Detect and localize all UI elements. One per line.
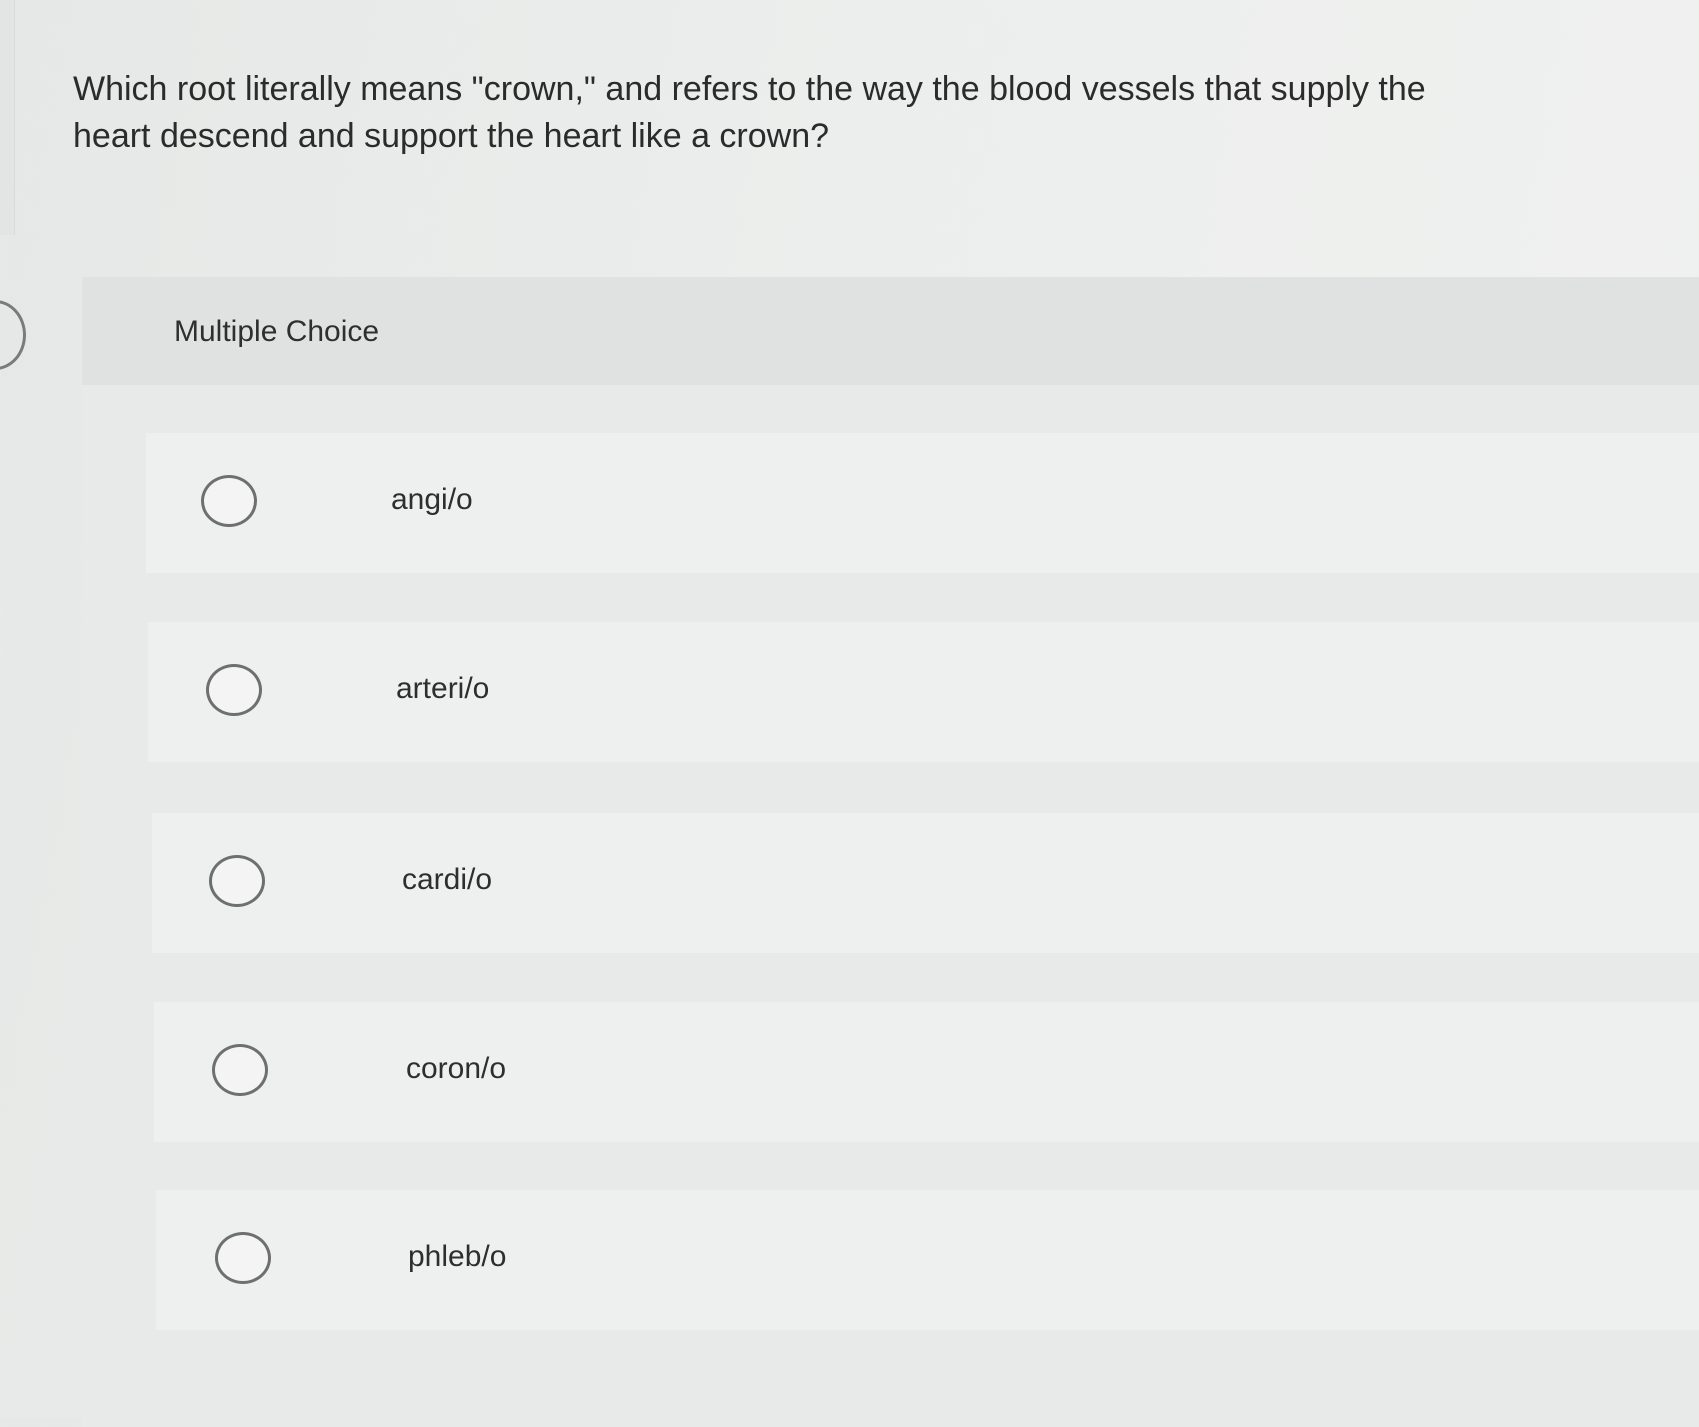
options-list: angi/o arteri/o cardi/o coron/o phleb/o xyxy=(82,385,1699,1427)
option-label: cardi/o xyxy=(402,863,493,896)
radio-button[interactable] xyxy=(215,1232,271,1284)
option-label: coron/o xyxy=(406,1052,507,1085)
option-coron-o[interactable]: coron/o xyxy=(154,1002,1699,1142)
radio-button[interactable] xyxy=(201,475,257,527)
side-panel-toggle[interactable] xyxy=(0,300,26,370)
option-cardi-o[interactable]: cardi/o xyxy=(152,813,1699,953)
multiple-choice-title: Multiple Choice xyxy=(174,315,380,348)
left-edge-panel xyxy=(0,0,15,235)
option-angi-o[interactable]: angi/o xyxy=(146,433,1699,573)
option-phleb-o[interactable]: phleb/o xyxy=(156,1190,1699,1330)
question-text: Which root literally means "crown," and … xyxy=(73,70,1426,155)
radio-button[interactable] xyxy=(212,1044,268,1096)
radio-button[interactable] xyxy=(209,855,265,907)
multiple-choice-panel: Multiple Choice angi/o arteri/o cardi/o … xyxy=(82,277,1699,1427)
option-arteri-o[interactable]: arteri/o xyxy=(148,622,1699,762)
option-label: angi/o xyxy=(391,483,473,516)
multiple-choice-header: Multiple Choice xyxy=(82,277,1699,385)
radio-button[interactable] xyxy=(206,664,262,716)
option-label: phleb/o xyxy=(408,1240,507,1273)
option-label: arteri/o xyxy=(396,672,490,705)
